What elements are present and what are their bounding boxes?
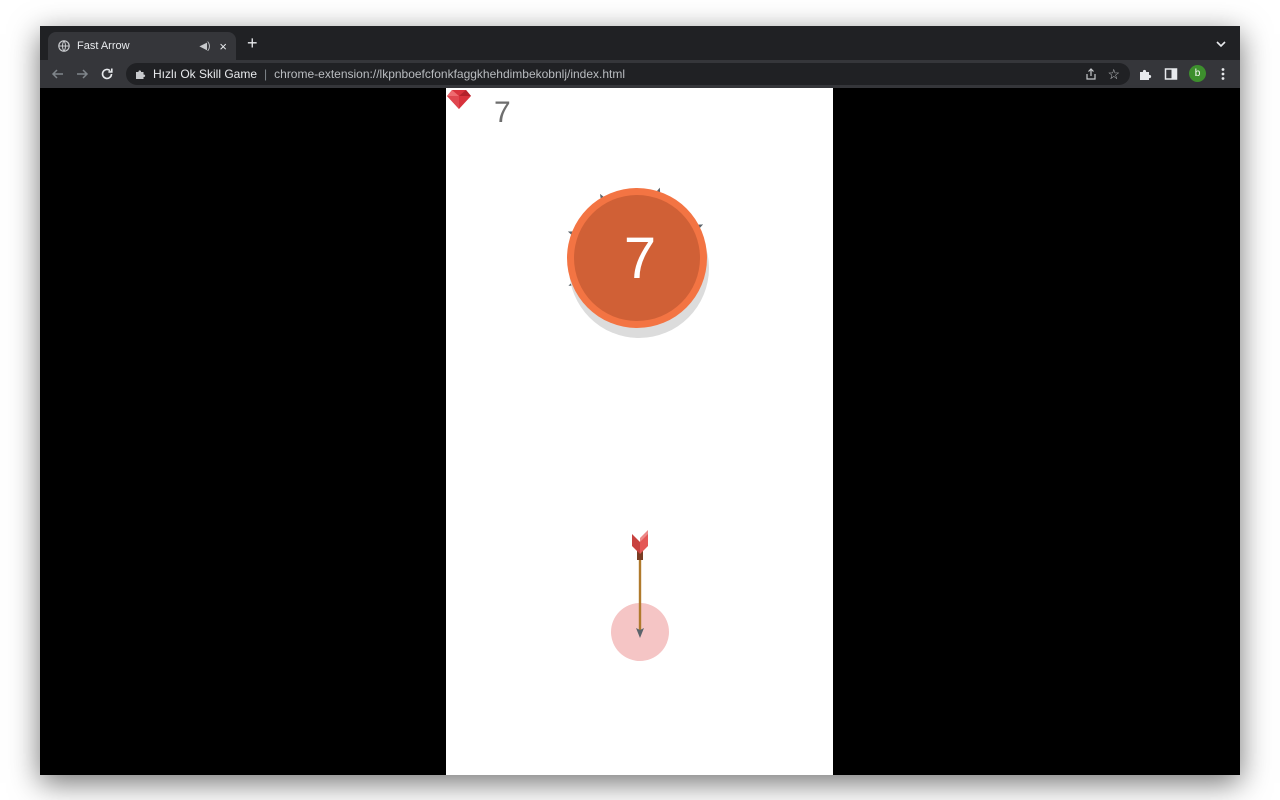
kebab-menu-icon[interactable] (1215, 66, 1231, 82)
address-bar[interactable]: Hızlı Ok Skill Game | chrome-extension:/… (126, 63, 1130, 85)
side-panel-icon[interactable] (1163, 66, 1179, 82)
site-name: Hızlı Ok Skill Game (153, 67, 258, 81)
url-separator: | (264, 67, 268, 81)
close-icon[interactable]: × (219, 40, 227, 53)
chevron-down-icon[interactable] (1214, 37, 1228, 51)
globe-icon (58, 40, 70, 52)
page-viewport: 7 7 (40, 88, 1240, 775)
target-core (574, 195, 700, 321)
tab-strip: Fast Arrow ◀) × + (40, 26, 1240, 60)
profile-avatar[interactable]: b (1189, 65, 1206, 82)
back-arrow-icon[interactable] (50, 66, 66, 82)
speaker-icon[interactable]: ◀) (199, 41, 210, 52)
gem-count: 7 (494, 96, 511, 129)
game-scene[interactable] (446, 88, 833, 775)
tab-fast-arrow[interactable]: Fast Arrow ◀) × (48, 32, 236, 60)
tab-title: Fast Arrow (77, 40, 130, 52)
browser-toolbar: Hızlı Ok Skill Game | chrome-extension:/… (40, 60, 1240, 88)
extensions-icon[interactable] (1138, 66, 1154, 82)
url-text[interactable]: chrome-extension://lkpnboefcfonkfaggkheh… (274, 67, 1085, 81)
browser-window: Fast Arrow ◀) × + Hızlı Ok Skill Game | … (40, 26, 1240, 775)
ruby-gem-icon (447, 90, 471, 109)
share-icon[interactable] (1085, 68, 1097, 80)
forward-arrow-icon[interactable] (74, 66, 90, 82)
game-canvas[interactable]: 7 7 (446, 88, 833, 775)
new-tab-button[interactable]: + (247, 34, 258, 52)
reload-icon[interactable] (99, 66, 115, 82)
puzzle-icon (136, 70, 146, 79)
star-icon[interactable]: ☆ (1107, 67, 1120, 81)
